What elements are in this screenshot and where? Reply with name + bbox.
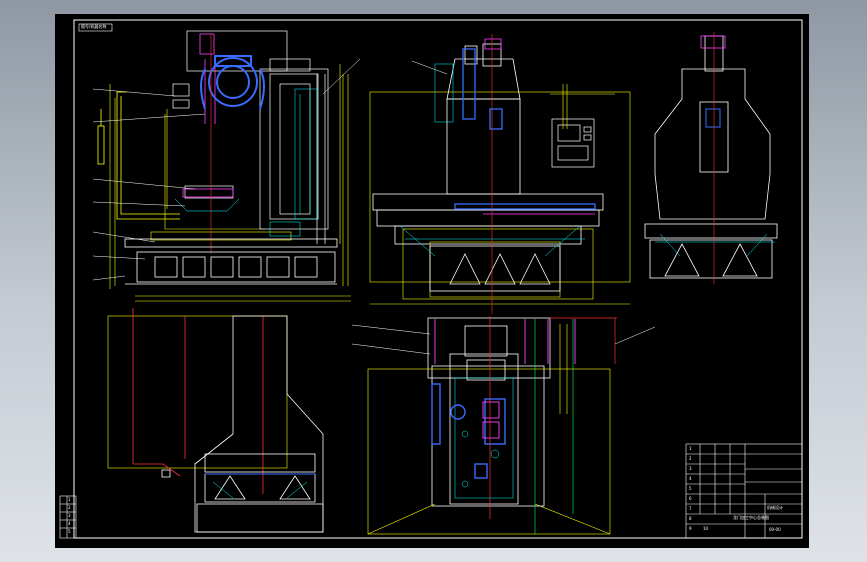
drawing-border xyxy=(73,19,803,539)
drawing-name: 龙门加工中心总装图 xyxy=(733,515,769,520)
section-view xyxy=(107,308,324,533)
title-block-row: 3 xyxy=(689,466,692,471)
revision-row: 5 xyxy=(68,529,71,534)
title-block-row: 10 xyxy=(703,526,709,531)
revision-row: 1 xyxy=(68,497,71,502)
title-block-row: 6 xyxy=(689,496,692,501)
title-block-row: 2 xyxy=(689,456,692,461)
title-tag-text: 图号/机器名称 xyxy=(81,24,107,29)
cad-drawing xyxy=(59,19,803,539)
title-block-row: 1 xyxy=(689,446,692,451)
company-name: 机械设计 xyxy=(767,505,783,510)
title-block-row: 8 xyxy=(689,516,692,521)
title-block-row: 5 xyxy=(689,486,692,491)
title-block-row: 9 xyxy=(689,526,692,531)
front-view xyxy=(92,30,361,302)
revision-row: 3 xyxy=(68,513,71,518)
title-block xyxy=(685,443,803,539)
title-block-row: 7 xyxy=(689,506,692,511)
right-view xyxy=(644,32,778,284)
drawing-sheet: 图号/机器名称 1 2 3 4 5 1 2 3 4 5 6 7 8 9 10 龙… xyxy=(55,14,809,548)
side-view xyxy=(369,34,631,314)
revision-row: 2 xyxy=(68,505,71,510)
operator-panel xyxy=(551,118,595,168)
title-block-row: 4 xyxy=(689,476,692,481)
revision-row: 4 xyxy=(68,521,71,526)
top-view xyxy=(351,316,656,535)
drawing-number: 00-00 xyxy=(769,527,781,532)
